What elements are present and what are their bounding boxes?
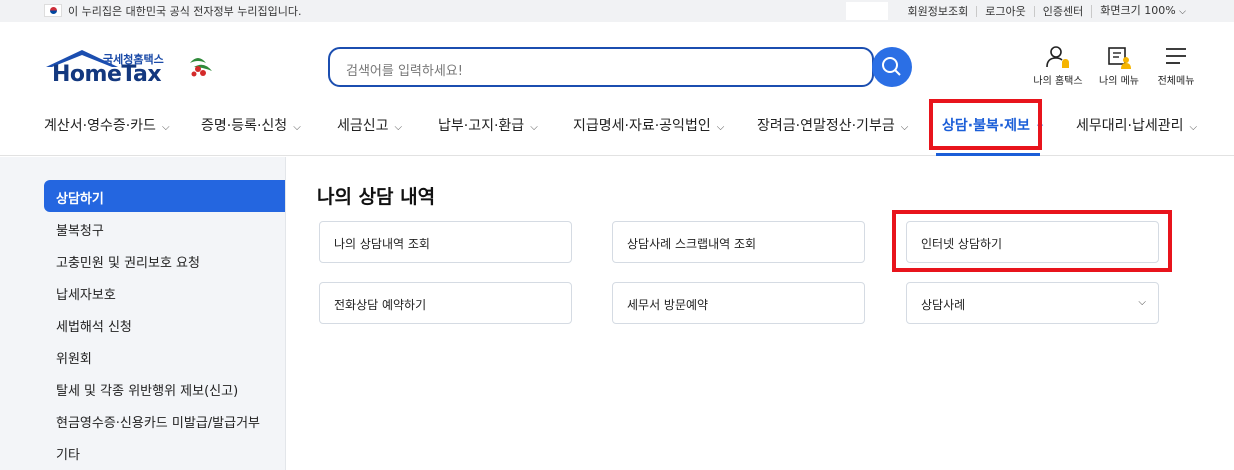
consult-cases-dropdown[interactable]: 상담사례 ⌵ [906,282,1159,324]
my-hometax-button[interactable]: 나의 홈택스 [1030,44,1086,87]
card-label: 나의 상담내역 조회 [334,237,430,251]
gnb-incentive-yearend[interactable]: 장려금·연말정산·기부금 ⌵ [757,115,908,135]
gnb-payment-refund[interactable]: 납부·고지·환급 ⌵ [438,115,538,135]
card-label: 세무서 방문예약 [627,298,709,312]
search-box[interactable]: 검색어를 입력하세요! [328,47,874,87]
hometax-logo[interactable]: 국세청홈택스 HomeTax [42,47,214,97]
gov-notice-bar: 이 누리집은 대한민국 공식 전자정부 누리집입니다. 회원정보조회 로그아웃 … [0,0,1234,22]
gnb-label: 세금신고 [337,118,389,134]
search-input[interactable]: 검색어를 입력하세요! [346,60,463,79]
all-menu-button[interactable]: 전체메뉴 [1150,44,1202,87]
my-hometax-label: 나의 홈택스 [1033,76,1083,87]
chevron-down-icon: ⌵ [1138,297,1146,308]
side-menu-taxpayer-protection[interactable]: 납세자보호 [56,284,116,303]
side-menu-consult[interactable]: 상담하기 [56,188,104,207]
my-menu-icon [1108,47,1131,69]
korea-flag-icon [44,4,62,17]
gnb-active-indicator [936,153,1040,156]
chevron-down-icon: ⌵ [161,122,170,133]
gnb-certificate-registration[interactable]: 증명·등록·신청 ⌵ [201,115,301,135]
my-consult-history-button[interactable]: 나의 상담내역 조회 [319,221,572,263]
logo-title: HomeTax [52,62,162,87]
blank-area [845,2,888,20]
card-label: 상담사례 스크랩내역 조회 [627,237,757,251]
gnb-payment-statement[interactable]: 지급명세·자료·공익법인 ⌵ [573,115,724,135]
gnb-label: 계산서·영수증·카드 [44,118,156,134]
side-menu-tax-interpretation[interactable]: 세법해석 신청 [56,316,132,335]
my-menu-label: 나의 메뉴 [1099,76,1139,87]
hamburger-menu-icon [1166,48,1186,64]
consult-scrap-history-button[interactable]: 상담사례 스크랩내역 조회 [612,221,865,263]
chevron-down-icon: ⌵ [293,122,301,133]
screen-size-dropdown[interactable]: 화면크기 100% ⌵ [1091,3,1194,18]
chevron-down-icon: ⌵ [1189,122,1198,133]
logout-link[interactable]: 로그아웃 [976,5,1033,17]
gnb-label: 지급명세·자료·공익법인 [573,118,711,134]
all-menu-label: 전체메뉴 [1157,76,1195,87]
gov-notice-text: 이 누리집은 대한민국 공식 전자정부 누리집입니다. [68,5,302,18]
side-menu-appeal[interactable]: 불복청구 [56,220,104,239]
phone-consult-reservation-button[interactable]: 전화상담 예약하기 [319,282,572,324]
my-menu-button[interactable]: 나의 메뉴 [1092,44,1146,87]
chevron-down-icon: ⌵ [716,122,725,133]
highlight-box-internet-consult [892,210,1172,272]
search-icon [882,57,901,76]
card-label: 상담사례 [921,298,966,312]
gnb-label: 증명·등록·신청 [201,118,288,134]
side-menu-etc[interactable]: 기타 [56,444,80,463]
utility-links: 회원정보조회 로그아웃 인증센터 화면크기 100% ⌵ [845,0,1194,22]
side-menu-cash-receipt-refusal[interactable]: 현금영수증·신용카드 미발급/발급거부 [56,412,260,431]
screen-size-label: 화면크기 100% [1100,3,1176,17]
side-menu-grievance[interactable]: 고충민원 및 권리보호 요청 [56,252,200,271]
cert-center-link[interactable]: 인증센터 [1033,5,1091,17]
gnb-tax-return[interactable]: 세금신고 ⌵ [337,115,402,135]
page-title: 나의 상담 내역 [317,186,436,208]
side-menu-tax-evasion-report[interactable]: 탈세 및 각종 위반행위 제보(신고) [56,380,238,399]
card-label: 전화상담 예약하기 [334,298,427,312]
chevron-down-icon: ⌵ [1179,6,1186,17]
search-button[interactable] [872,47,912,87]
member-info-link[interactable]: 회원정보조회 [900,6,977,17]
highlight-box-gnb [929,99,1042,150]
gnb-tax-agent[interactable]: 세무대리·납세관리 ⌵ [1076,115,1197,135]
gnb-invoice-receipt-card[interactable]: 계산서·영수증·카드 ⌵ [44,115,170,135]
gnb-label: 납부·고지·환급 [438,118,525,134]
chevron-down-icon: ⌵ [900,122,909,133]
chevron-down-icon: ⌵ [530,122,538,133]
tax-office-visit-reservation-button[interactable]: 세무서 방문예약 [612,282,865,324]
chevron-down-icon: ⌵ [394,122,403,133]
gnb-label: 세무대리·납세관리 [1076,118,1184,134]
side-menu-committee[interactable]: 위원회 [56,348,92,367]
user-bell-icon [1046,46,1069,68]
gnb-label: 장려금·연말정산·기부금 [757,118,895,134]
